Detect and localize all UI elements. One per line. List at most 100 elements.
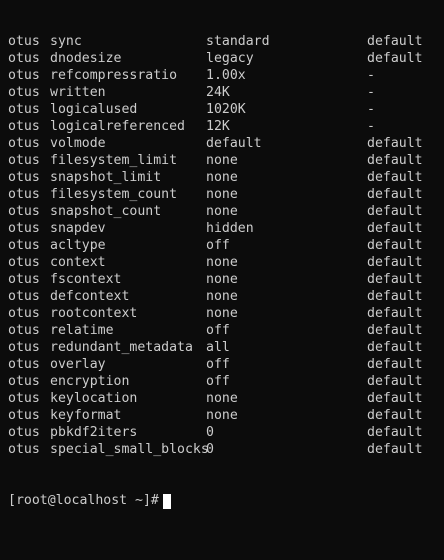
property-value: none [206,391,238,406]
property-name: filesystem_limit [50,153,178,168]
text-cursor [163,494,171,509]
property-source: default [367,323,423,338]
pool-name: otus [8,391,40,406]
output-row: otus keyformat none default [0,407,444,424]
pool-name: otus [8,340,40,355]
output-row: otus overlay off default [0,356,444,373]
property-name: overlay [50,357,106,372]
property-name: refcompressratio [50,68,178,83]
prompt-line[interactable]: [root@localhost ~]# [0,492,444,509]
property-name: logicalreferenced [50,119,185,134]
property-source: default [367,51,423,66]
property-source: default [367,204,423,219]
output-row: otus special_small_blocks 0 default [0,441,444,458]
property-name: written [50,85,106,100]
property-source: default [367,357,423,372]
property-name: keylocation [50,391,138,406]
pool-name: otus [8,374,40,389]
property-name: relatime [50,323,114,338]
zfs-property-output: otus sync standard default otus dnodesize lega… [0,0,444,543]
pool-name: otus [8,34,40,49]
property-value: hidden [206,221,254,236]
output-row: otus encryption off default [0,373,444,390]
property-name: fscontext [50,272,122,287]
property-value: none [206,170,238,185]
property-source: default [367,391,423,406]
property-source: - [367,85,375,100]
property-source: default [367,136,423,151]
property-source: default [367,408,423,423]
property-name: snapshot_count [50,204,162,219]
property-value: none [206,153,238,168]
output-row: otus rootcontext none default [0,305,444,322]
property-value: off [206,323,230,338]
property-name: special_small_blocks [50,442,209,457]
pool-name: otus [8,272,40,287]
property-value: all [206,340,230,355]
property-value: 24K [206,85,230,100]
output-row: otus snapshot_count none default [0,203,444,220]
property-source: default [367,272,423,287]
property-value: off [206,238,230,253]
output-row: otus fscontext none default [0,271,444,288]
pool-name: otus [8,102,40,117]
output-row: otus filesystem_limit none default [0,152,444,169]
property-source: default [367,153,423,168]
property-value: 1.00x [206,68,246,83]
pool-name: otus [8,187,40,202]
property-name: logicalused [50,102,138,117]
terminal-window[interactable]: otus sync standard default otus dnodesize lega… [0,0,444,509]
pool-name: otus [8,85,40,100]
pool-name: otus [8,425,40,440]
property-value: default [206,136,262,151]
output-row: otus redundant_metadata all default [0,339,444,356]
property-value: none [206,204,238,219]
output-row: otus pbkdf2iters 0 default [0,424,444,441]
output-row: otus volmode default default [0,135,444,152]
pool-name: otus [8,323,40,338]
output-row: otus filesystem_count none default [0,186,444,203]
property-name: rootcontext [50,306,138,321]
output-row: otus defcontext none default [0,288,444,305]
property-name: dnodesize [50,51,122,66]
property-value: off [206,357,230,372]
property-name: snapshot_limit [50,170,162,185]
property-source: - [367,102,375,117]
property-value: legacy [206,51,254,66]
property-name: pbkdf2iters [50,425,138,440]
property-value: 12K [206,119,230,134]
property-value: 1020K [206,102,246,117]
property-value: none [206,255,238,270]
property-name: encryption [50,374,130,389]
property-name: acltype [50,238,106,253]
property-source: default [367,221,423,236]
output-row: otus snapshot_limit none default [0,169,444,186]
output-row: otus logicalused 1020K - [0,101,444,118]
output-row: otus snapdev hidden default [0,220,444,237]
pool-name: otus [8,357,40,372]
output-row: otus relatime off default [0,322,444,339]
property-source: default [367,255,423,270]
output-row: otus acltype off default [0,237,444,254]
property-source: default [367,442,423,457]
output-row: otus written 24K - [0,84,444,101]
pool-name: otus [8,119,40,134]
property-source: - [367,68,375,83]
pool-name: otus [8,153,40,168]
property-name: redundant_metadata [50,340,193,355]
property-source: default [367,34,423,49]
property-name: context [50,255,106,270]
property-source: default [367,340,423,355]
property-value: standard [206,34,270,49]
pool-name: otus [8,306,40,321]
output-rows: otus sync standard default otus dnodesize lega… [0,33,444,458]
pool-name: otus [8,170,40,185]
pool-name: otus [8,221,40,236]
property-name: filesystem_count [50,187,178,202]
property-value: none [206,187,238,202]
property-source: default [367,170,423,185]
property-value: none [206,289,238,304]
property-source: default [367,425,423,440]
pool-name: otus [8,136,40,151]
pool-name: otus [8,238,40,253]
